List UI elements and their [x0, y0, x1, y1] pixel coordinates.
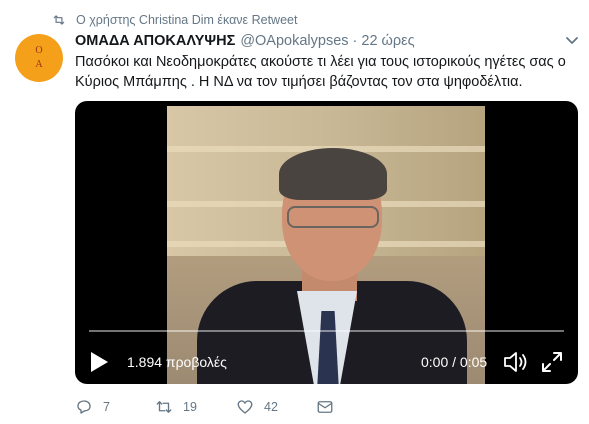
retweet-icon	[53, 15, 65, 25]
tweet-timestamp[interactable]: 22 ώρες	[361, 33, 414, 49]
tweet-text: Πασόκοι και Νεοδημοκράτες ακούστε τι λέε…	[75, 54, 566, 90]
display-name[interactable]: ΟΜΑΔΑ ΑΠΟΚΑΛΥΨΗΣ	[75, 33, 235, 49]
video-progress-bar[interactable]	[89, 330, 564, 332]
volume-icon[interactable]	[503, 350, 529, 374]
separator-dot: ·	[352, 33, 358, 49]
video-timecode: 0:00 / 0:05	[421, 354, 488, 370]
avatar-letter-1: Ο	[35, 45, 43, 56]
avatar-letter-2: Α	[35, 59, 43, 70]
view-count: 1.894 προβολές	[127, 354, 227, 370]
reply-icon	[77, 400, 91, 414]
retweet-context[interactable]: Ο χρήστης Christina Dim έκανε Retweet	[52, 11, 297, 29]
retweet-context-text: Ο χρήστης Christina Dim έκανε Retweet	[76, 13, 298, 27]
user-handle[interactable]: @OApokalypses	[240, 33, 348, 49]
retweet-count: 19	[183, 400, 197, 414]
reply-button[interactable]: 7	[75, 398, 110, 416]
retweet-button[interactable]: 19	[155, 398, 197, 416]
direct-message-button[interactable]	[316, 398, 344, 416]
tweet-actions: 7 19 42	[75, 398, 475, 418]
video-frame	[167, 106, 485, 384]
video-player[interactable]: 1.894 προβολές 0:00 / 0:05	[75, 101, 578, 384]
like-button[interactable]: 42	[236, 398, 278, 416]
like-icon	[237, 400, 253, 414]
fullscreen-icon[interactable]	[541, 351, 563, 373]
message-icon	[317, 401, 333, 413]
reply-count: 7	[103, 400, 110, 414]
like-count: 42	[264, 400, 278, 414]
chevron-down-icon[interactable]	[565, 35, 579, 47]
play-icon[interactable]	[89, 351, 109, 373]
retweet-icon	[156, 401, 172, 413]
tweet-header: ΟΜΑΔΑ ΑΠΟΚΑΛΥΨΗΣ @OApokalypses · 22 ώρες	[75, 32, 579, 50]
avatar[interactable]: Ο Α	[15, 34, 63, 82]
